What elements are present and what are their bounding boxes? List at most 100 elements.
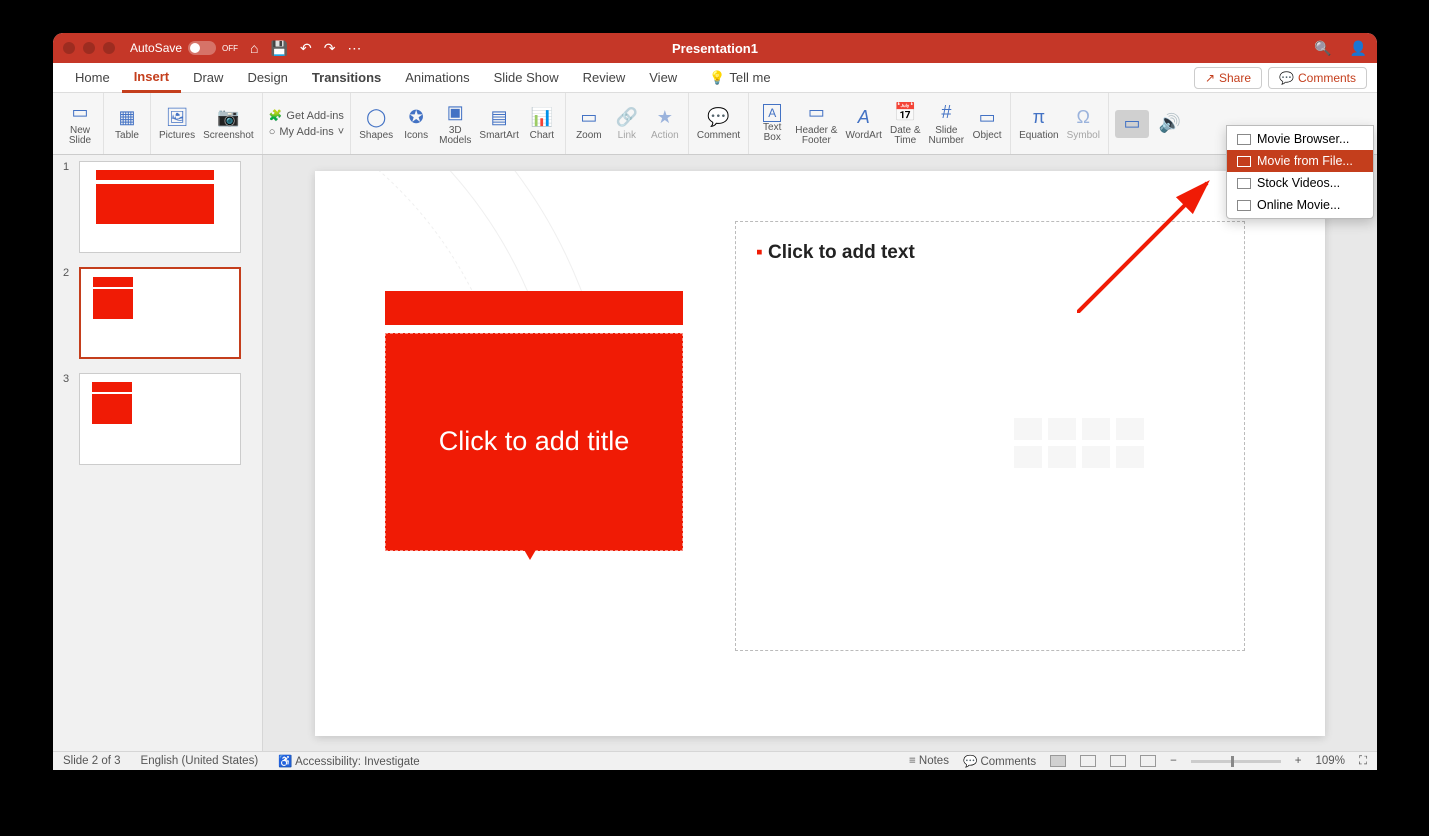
comments-button[interactable]: 💬Comments xyxy=(1268,67,1367,89)
redo-icon[interactable]: ↷ xyxy=(324,40,336,57)
addins-icon: 🧩 xyxy=(269,109,283,122)
smartart-button[interactable]: ▤SmartArt xyxy=(477,105,520,143)
online-movie-item[interactable]: Online Movie... xyxy=(1227,194,1373,216)
slidenumber-button[interactable]: #Slide Number xyxy=(927,100,967,148)
textbox-button[interactable]: AText Box xyxy=(755,103,789,145)
globe-icon xyxy=(1237,200,1251,211)
tab-slideshow[interactable]: Slide Show xyxy=(482,64,571,91)
language-indicator[interactable]: English (United States) xyxy=(141,755,259,767)
film-icon xyxy=(1237,134,1251,145)
stock-videos-item[interactable]: Stock Videos... xyxy=(1227,172,1373,194)
fit-to-window[interactable]: ⛶ xyxy=(1359,755,1367,768)
comments-toggle[interactable]: 💬 Comments xyxy=(963,754,1036,768)
status-bar: Slide 2 of 3 English (United States) ♿ A… xyxy=(53,751,1377,770)
insert-table-icon[interactable] xyxy=(1014,418,1042,440)
tab-home[interactable]: Home xyxy=(63,64,122,91)
comment-icon: 💬 xyxy=(1279,71,1294,85)
insert-3d-icon[interactable] xyxy=(1116,418,1144,440)
content-placeholder-box[interactable]: Click to add text xyxy=(735,221,1245,651)
insert-online-icon[interactable] xyxy=(1048,446,1076,468)
sorter-view-button[interactable] xyxy=(1080,755,1096,767)
bulb-icon: 💡 xyxy=(709,70,725,86)
film-icon xyxy=(1237,156,1251,167)
equation-icon: π xyxy=(1027,106,1051,130)
home-icon[interactable]: ⌂ xyxy=(250,40,258,57)
zoom-slider[interactable] xyxy=(1191,760,1281,763)
share-button[interactable]: ↗Share xyxy=(1194,67,1262,89)
tell-me[interactable]: 💡Tell me xyxy=(697,64,782,92)
tab-animations[interactable]: Animations xyxy=(393,64,481,91)
headerfooter-button[interactable]: ▭Header & Footer xyxy=(793,100,839,148)
insert-smartart-icon[interactable] xyxy=(1082,418,1110,440)
title-placeholder-box[interactable]: Click to add title xyxy=(385,291,683,551)
more-icon[interactable]: ⋯ xyxy=(347,40,361,57)
movie-from-file-item[interactable]: Movie from File... xyxy=(1227,150,1373,172)
slide-canvas: Click to add title Click to add text xyxy=(263,155,1377,751)
slide-thumb-1[interactable] xyxy=(79,161,241,253)
pictures-button[interactable]: 🖼Pictures xyxy=(157,105,197,143)
wordart-button[interactable]: AWordArt xyxy=(843,105,884,143)
comment-button[interactable]: 💬Comment xyxy=(695,105,742,143)
tab-insert[interactable]: Insert xyxy=(122,63,181,93)
save-icon[interactable]: 💾 xyxy=(271,40,288,57)
zoom-in[interactable]: + xyxy=(1295,755,1302,767)
zoom-level[interactable]: 109% xyxy=(1316,755,1345,767)
close-window[interactable] xyxy=(63,42,75,54)
insert-chart-icon[interactable] xyxy=(1048,418,1076,440)
title-right: 🔍 👤 xyxy=(1314,40,1367,57)
slide-thumb-3[interactable] xyxy=(79,373,241,465)
insert-video-icon[interactable] xyxy=(1082,446,1110,468)
audio-button[interactable]: 🔊 xyxy=(1153,111,1187,137)
screenshot-button[interactable]: 📷Screenshot xyxy=(201,105,256,143)
autosave-toggle[interactable] xyxy=(188,41,216,55)
content-placeholder[interactable]: Click to add text xyxy=(756,242,1224,264)
my-addins-icon: ○ xyxy=(269,126,276,138)
tab-view[interactable]: View xyxy=(637,64,689,91)
equation-button[interactable]: πEquation xyxy=(1017,105,1060,143)
get-addins-button[interactable]: 🧩Get Add-ins xyxy=(269,109,344,122)
datetime-button[interactable]: 📅Date & Time xyxy=(888,100,923,148)
screenshot-icon: 📷 xyxy=(216,106,240,130)
chart-button[interactable]: 📊Chart xyxy=(525,105,559,143)
new-slide-button[interactable]: ▭New Slide xyxy=(63,100,97,148)
thumb-number: 3 xyxy=(63,373,73,465)
tab-draw[interactable]: Draw xyxy=(181,64,235,91)
tab-design[interactable]: Design xyxy=(235,64,299,91)
zoom-out[interactable]: − xyxy=(1170,755,1177,767)
video-button[interactable]: ▭ xyxy=(1115,110,1149,138)
tab-review[interactable]: Review xyxy=(571,64,638,91)
shapes-button[interactable]: ◯Shapes xyxy=(357,105,395,143)
notes-toggle[interactable]: ≡ Notes xyxy=(909,755,949,767)
slide-thumb-2[interactable] xyxy=(79,267,241,359)
object-button[interactable]: ▭Object xyxy=(970,105,1004,143)
slideshow-view-button[interactable] xyxy=(1140,755,1156,767)
title-placeholder[interactable]: Click to add title xyxy=(385,333,683,551)
slide-indicator[interactable]: Slide 2 of 3 xyxy=(63,755,121,767)
accessibility-indicator[interactable]: ♿ Accessibility: Investigate xyxy=(278,754,420,768)
slide[interactable]: Click to add title Click to add text xyxy=(315,171,1325,736)
my-addins-button[interactable]: ○My Add-ins ˅ xyxy=(269,126,345,138)
icons-button[interactable]: ✪Icons xyxy=(399,105,433,143)
pictures-icon: 🖼 xyxy=(165,106,189,130)
zoom-icon: ▭ xyxy=(577,106,601,130)
normal-view-button[interactable] xyxy=(1050,755,1066,767)
reading-view-button[interactable] xyxy=(1110,755,1126,767)
slidenum-icon: # xyxy=(934,101,958,125)
title-accent xyxy=(385,291,683,325)
undo-icon[interactable]: ↶ xyxy=(300,40,312,57)
account-icon[interactable]: 👤 xyxy=(1350,40,1367,57)
3d-models-button[interactable]: ▣3D Models xyxy=(437,100,473,148)
content-icon-grid xyxy=(1014,418,1144,468)
insert-picture-icon[interactable] xyxy=(1014,446,1042,468)
search-icon[interactable]: 🔍 xyxy=(1314,40,1331,57)
table-button[interactable]: ▦Table xyxy=(110,105,144,143)
zoom-button[interactable]: ▭Zoom xyxy=(572,105,606,143)
maximize-window[interactable] xyxy=(103,42,115,54)
symbol-icon: Ω xyxy=(1071,106,1095,130)
insert-icon-icon[interactable] xyxy=(1116,446,1144,468)
film-icon xyxy=(1237,178,1251,189)
tab-transitions[interactable]: Transitions xyxy=(300,64,393,91)
autosave[interactable]: AutoSave OFF xyxy=(130,41,238,55)
movie-browser-item[interactable]: Movie Browser... xyxy=(1227,128,1373,150)
minimize-window[interactable] xyxy=(83,42,95,54)
